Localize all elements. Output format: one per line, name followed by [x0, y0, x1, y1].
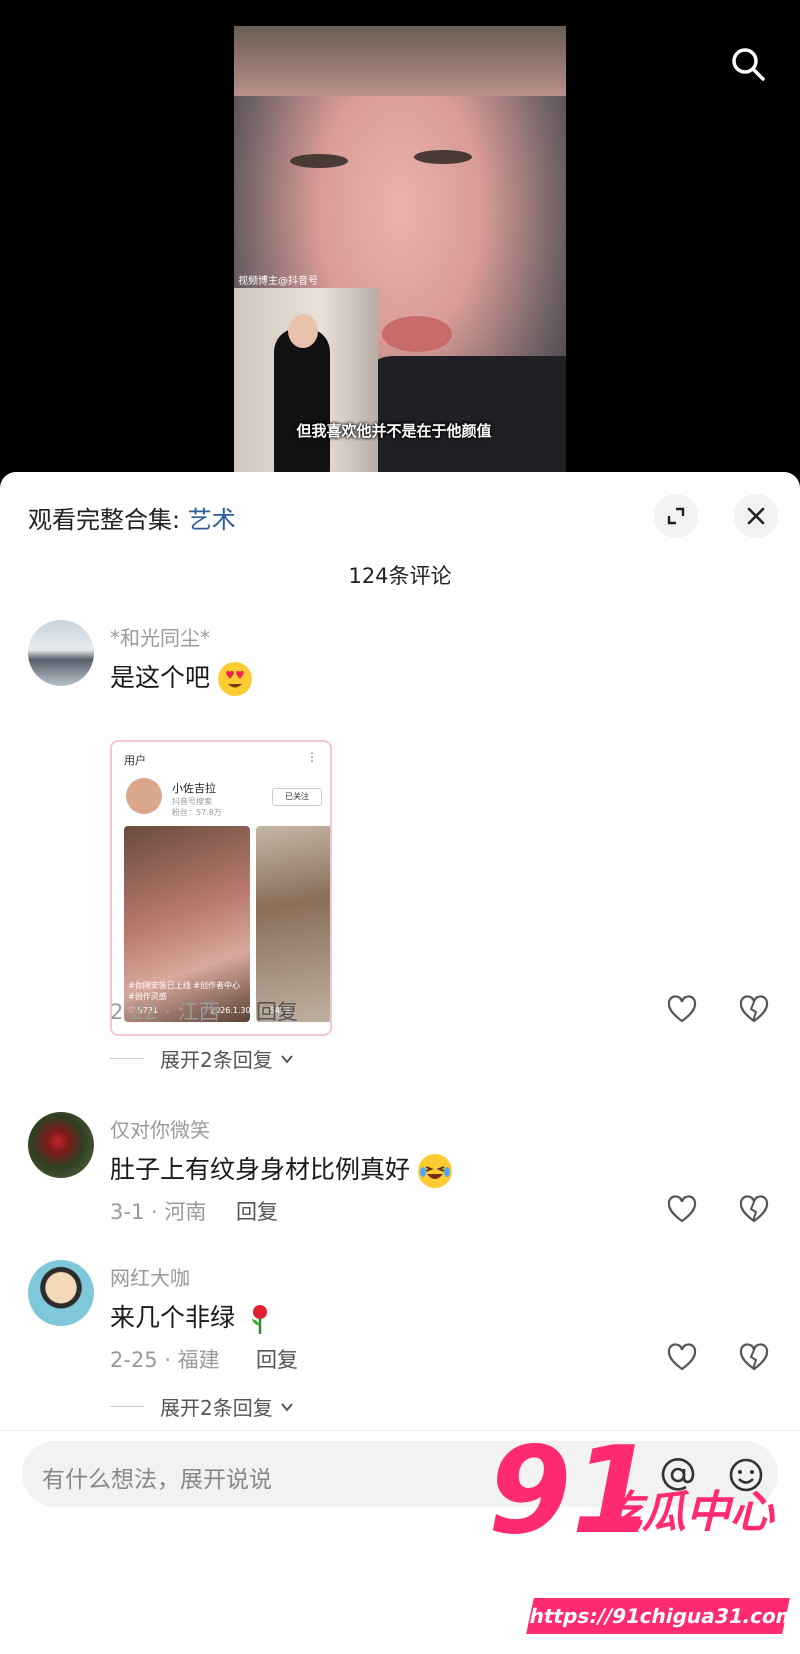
avatar[interactable] [28, 1260, 94, 1326]
dislike-button[interactable] [738, 1342, 770, 1374]
comment-text: 来几个非绿 [110, 1298, 277, 1336]
comment-input-placeholder: 有什么想法，展开说说 [42, 1467, 272, 1493]
reply-button[interactable]: 回复 [236, 1196, 278, 1226]
laughing-emoji-icon [417, 1154, 452, 1188]
shot-photo-2 [256, 826, 330, 1022]
dislike-button[interactable] [738, 1194, 770, 1226]
comment-date-location: 2-22 · 江西 [110, 1000, 220, 1024]
divider-line [110, 1406, 144, 1407]
expand-button[interactable] [654, 494, 698, 538]
video-person-shirt [354, 356, 566, 480]
video-person-mouth [382, 316, 452, 352]
like-button[interactable] [666, 994, 698, 1026]
expand-replies-button[interactable]: 展开2条回复 [110, 1044, 295, 1073]
like-button[interactable] [666, 1194, 698, 1226]
expand-replies-button[interactable]: 展开2条回复 [110, 1392, 295, 1421]
rose-emoji-icon [243, 1302, 277, 1336]
chevron-down-icon [280, 1402, 293, 1412]
comment-username[interactable]: 仅对你微笑 [110, 1114, 210, 1143]
dislike-button[interactable] [738, 994, 770, 1026]
watermark-url: https://91chigua31.com [526, 1598, 799, 1634]
broken-heart-icon [739, 1195, 769, 1223]
pip-woman-head [288, 314, 318, 348]
shot-follow-button: 已关注 [272, 788, 322, 806]
divider-line [110, 1058, 144, 1059]
like-button[interactable] [666, 1342, 698, 1374]
shot-subtitle: 抖音号搜索 粉丝：57.8万 [172, 796, 222, 818]
comment-date-location: 3-1 · 河南 [110, 1200, 207, 1224]
video-frame[interactable]: 视频博主@抖音号 但我喜欢他并不是在于他颜值 [234, 26, 566, 480]
comment-date-location: 2-25 · 福建 [110, 1348, 220, 1372]
broken-heart-icon [739, 995, 769, 1023]
comment-count: 124条评论 [348, 564, 452, 588]
heart-icon [667, 1343, 697, 1371]
heart-icon [667, 995, 697, 1023]
comment-text-content: 肚子上有纹身身材比例真好 [110, 1155, 411, 1184]
collection-link[interactable]: 观看完整合集: 艺术 [28, 500, 236, 535]
comment-text: 肚子上有纹身身材比例真好 [110, 1150, 452, 1188]
video-person-hair [234, 26, 566, 96]
close-icon [747, 507, 765, 525]
comment-image[interactable]: 用户 ⋮ 小佐吉拉 抖音号搜索 粉丝：57.8万 已关注 #你刚安装已上线 #创… [110, 740, 332, 1036]
heart-eyes-emoji-icon [217, 662, 252, 696]
shot-header: 用户 [124, 754, 146, 767]
shot-avatar [126, 778, 162, 814]
reply-button[interactable]: 回复 [256, 996, 298, 1026]
collection-tag[interactable]: 艺术 [188, 506, 236, 534]
video-person-right-eye [414, 150, 472, 164]
video-subtitle: 但我喜欢他并不是在于他颜值 [296, 422, 492, 440]
video-player[interactable]: 视频博主@抖音号 但我喜欢他并不是在于他颜值 [0, 0, 800, 480]
heart-icon [667, 1195, 697, 1223]
close-button[interactable] [734, 494, 778, 538]
search-icon [732, 48, 765, 81]
video-person-left-eye [290, 154, 348, 168]
reply-button[interactable]: 回复 [256, 1344, 298, 1374]
comment-username[interactable]: 网红大咖 [110, 1262, 190, 1291]
comment-text: 是这个吧 [110, 658, 252, 696]
broken-heart-icon [739, 1343, 769, 1371]
avatar[interactable] [28, 620, 94, 686]
expand-replies-label: 展开2条回复 [160, 1048, 273, 1072]
picture-in-picture-clip [234, 288, 378, 480]
expand-icon [667, 507, 685, 525]
shot-sub1: 抖音号搜索 [172, 797, 212, 806]
watermark-logo-text: 吃瓜中心 [598, 1487, 774, 1538]
search-button[interactable] [728, 44, 768, 84]
avatar[interactable] [28, 1112, 94, 1178]
comment-text-content: 是这个吧 [110, 663, 211, 692]
expand-replies-label: 展开2条回复 [160, 1396, 273, 1420]
collection-prefix: 观看完整合集: [28, 506, 188, 534]
pip-source-tag: 视频博主@抖音号 [238, 276, 318, 287]
shot-more-icon: ⋮ [306, 750, 318, 764]
pip-woman-figure [274, 328, 330, 480]
chevron-down-icon [280, 1054, 293, 1064]
comment-username[interactable]: *和光同尘* [110, 622, 210, 651]
shot-username: 小佐吉拉 [172, 782, 216, 795]
comment-text-content: 来几个非绿 [110, 1303, 236, 1332]
shot-sub2: 粉丝：57.8万 [172, 808, 222, 817]
